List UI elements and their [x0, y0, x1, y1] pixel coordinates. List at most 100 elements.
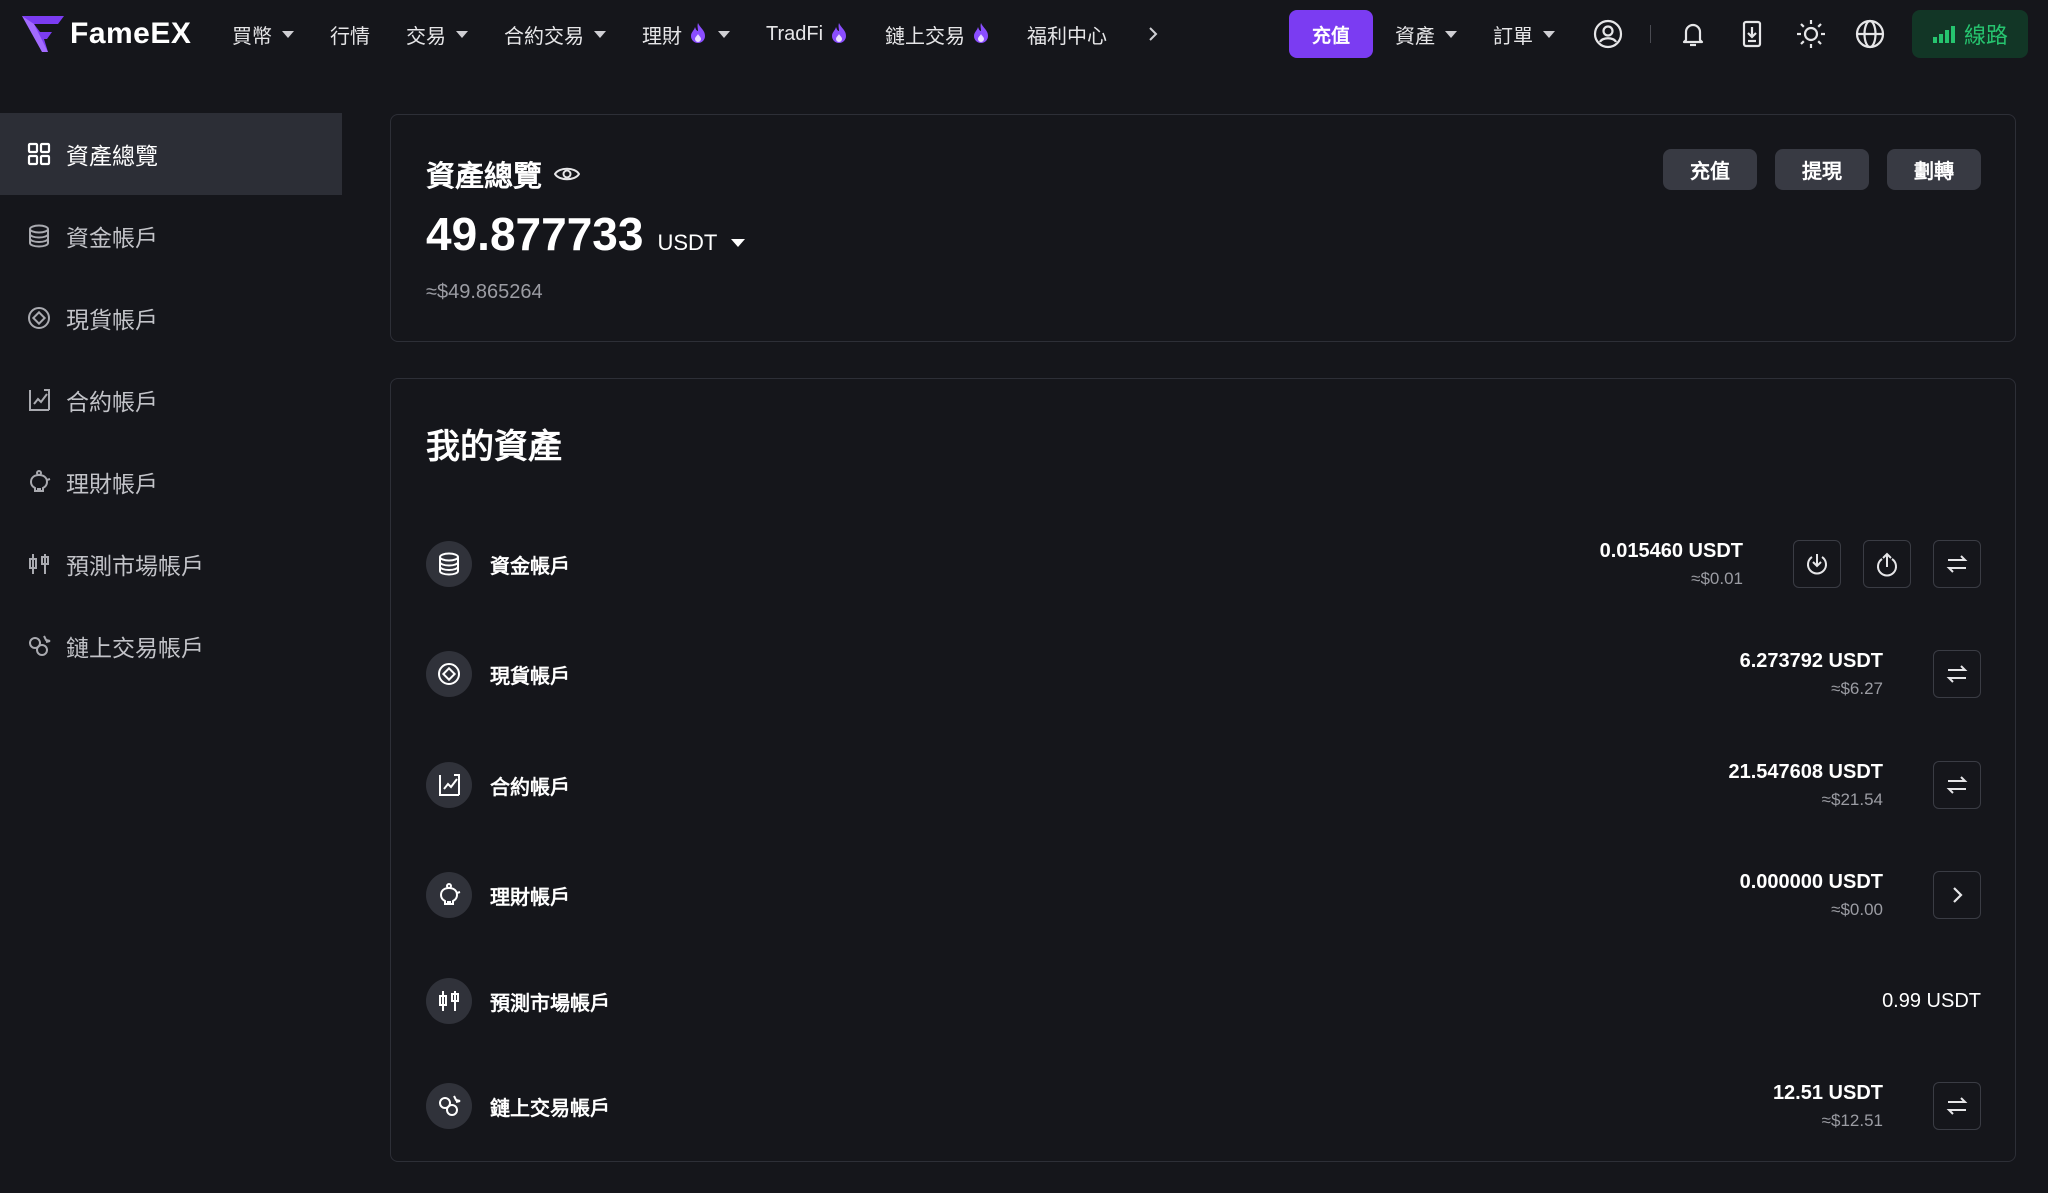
asset-value: 6.273792 USDT ≈$6.27: [1740, 650, 1883, 699]
chevron-right-icon: [1149, 27, 1158, 41]
fire-icon: [691, 23, 705, 43]
asset-value: 21.547608 USDT ≈$21.54: [1728, 761, 1883, 810]
sidebar-item-prediction[interactable]: 預測市場帳戶: [0, 523, 342, 605]
transfer-action-button[interactable]: 劃轉: [1887, 149, 1981, 190]
transfer-row-button[interactable]: [1933, 1082, 1981, 1130]
sidebar-item-earn[interactable]: 理財帳戶: [0, 441, 342, 523]
nav-trade[interactable]: 交易: [406, 20, 468, 49]
asset-row-funding: 資金帳戶 0.015460 USDT ≈$0.01: [426, 532, 1981, 596]
main-nav: 買幣 行情 交易 合約交易 理財 TradFi 鏈上交易 福利中心: [232, 0, 1163, 68]
brand-name: FameEX: [70, 17, 192, 50]
deposit-icon: [1807, 554, 1827, 575]
withdraw-icon: [1877, 552, 1897, 577]
earn-detail-button[interactable]: [1933, 871, 1981, 919]
nav-tradfi[interactable]: TradFi: [766, 22, 849, 46]
asset-value: 12.51 USDT ≈$12.51: [1773, 1082, 1883, 1131]
caret-down-icon: [731, 239, 746, 247]
transfer-icon: [1946, 555, 1968, 573]
nav-label: 福利中心: [1027, 25, 1108, 48]
nav-more-button[interactable]: [1143, 22, 1163, 46]
asset-value: 0.99 USDT: [1882, 990, 1981, 1013]
asset-right: 6.273792 USDT ≈$6.27: [1740, 642, 1981, 706]
candles-icon: [426, 978, 472, 1024]
currency-selector[interactable]: USDT: [657, 230, 746, 256]
caret-down-icon: [718, 30, 730, 38]
asset-right: 0.015460 USDT ≈$0.01: [1600, 532, 1981, 596]
nav-orders[interactable]: 訂單: [1493, 20, 1555, 49]
nav-label: 交易: [406, 25, 446, 48]
notifications-button[interactable]: [1676, 17, 1710, 51]
transfer-row-button[interactable]: [1933, 761, 1981, 809]
sidebar-item-futures[interactable]: 合約帳戶: [0, 359, 342, 441]
my-assets-card: 我的資產 資金帳戶 0.015460 USDT ≈$0.01 現貨帳戶 6.27…: [390, 378, 2016, 1162]
asset-row-prediction: 預測市場帳戶 0.99 USDT: [426, 969, 1981, 1033]
theme-toggle-button[interactable]: [1794, 17, 1828, 51]
asset-approx: ≈$0.00: [1831, 899, 1883, 919]
sidebar-item-spot[interactable]: 現貨帳戶: [0, 277, 342, 359]
deposit-row-button[interactable]: [1793, 540, 1841, 588]
sidebar-item-label: 資產總覽: [66, 143, 158, 169]
asset-row-futures: 合約帳戶 21.547608 USDT ≈$21.54: [426, 753, 1981, 817]
asset-row-onchain: 鏈上交易帳戶 12.51 USDT ≈$12.51: [426, 1074, 1981, 1138]
asset-right: 21.547608 USDT ≈$21.54: [1728, 753, 1981, 817]
fire-icon: [974, 23, 989, 43]
asset-value: 0.000000 USDT ≈$0.00: [1740, 871, 1883, 920]
download-app-button[interactable]: [1735, 17, 1769, 51]
candles-icon: [29, 554, 49, 574]
user-button[interactable]: [1591, 17, 1625, 51]
asset-right: 0.000000 USDT ≈$0.00: [1740, 863, 1981, 927]
sidebar-item-funding[interactable]: 資金帳戶: [0, 195, 342, 277]
sidebar-item-onchain[interactable]: 鏈上交易帳戶: [0, 605, 342, 687]
deposit-button[interactable]: 充值: [1289, 10, 1373, 58]
chart-icon: [29, 389, 50, 411]
transfer-row-button[interactable]: [1933, 650, 1981, 698]
chain-icon: [29, 635, 51, 656]
asset-row-earn: 理財帳戶 0.000000 USDT ≈$0.00: [426, 863, 1981, 927]
asset-amount: 12.51 USDT: [1772, 1081, 1883, 1104]
sidebar-item-overview[interactable]: 資產總覽: [0, 113, 342, 195]
asset-amount: 6.273792 USDT: [1739, 649, 1883, 672]
nav-label: 理財: [642, 25, 682, 48]
nav-rewards[interactable]: 福利中心: [1027, 20, 1107, 49]
asset-right: 12.51 USDT ≈$12.51: [1773, 1074, 1981, 1138]
nav-assets[interactable]: 資產: [1395, 20, 1457, 49]
caret-down-icon: [1543, 30, 1555, 38]
asset-amount: 0.015460 USDT: [1599, 539, 1743, 562]
deposit-action-button[interactable]: 充值: [1663, 149, 1757, 190]
nav-label: 鏈上交易: [885, 25, 966, 48]
nav-onchain[interactable]: 鏈上交易: [885, 20, 991, 49]
language-button[interactable]: [1853, 17, 1887, 51]
asset-approx: ≈$6.27: [1831, 678, 1883, 698]
piggy-icon: [426, 872, 472, 918]
grid-icon: [27, 142, 51, 166]
user-icon: [1593, 19, 1623, 49]
sidebar-item-label: 鏈上交易帳戶: [66, 635, 204, 661]
asset-approx: ≈$21.54: [1821, 789, 1883, 809]
transfer-icon: [1946, 1097, 1968, 1115]
caret-down-icon: [594, 30, 606, 38]
nav-label: 行情: [330, 25, 370, 48]
sidebar-item-label: 理財帳戶: [66, 471, 158, 497]
my-assets-title: 我的資產: [426, 428, 562, 466]
asset-name: 合約帳戶: [490, 776, 570, 799]
nav-futures[interactable]: 合約交易: [504, 20, 606, 49]
withdraw-row-button[interactable]: [1863, 540, 1911, 588]
transfer-row-button[interactable]: [1933, 540, 1981, 588]
logo[interactable]: FameEX: [22, 14, 191, 54]
bell-icon: [1682, 23, 1704, 47]
nav-buy-crypto[interactable]: 買幣: [232, 20, 294, 49]
route-button[interactable]: 線路: [1912, 10, 2028, 58]
withdraw-action-button[interactable]: 提現: [1775, 149, 1869, 190]
asset-name: 預測市場帳戶: [490, 992, 610, 1015]
asset-value: 0.015460 USDT ≈$0.01: [1600, 540, 1743, 589]
nav-earn[interactable]: 理財: [642, 20, 730, 49]
transfer-icon: [1946, 776, 1968, 794]
asset-approx: ≈$12.51: [1821, 1110, 1883, 1130]
nav-label: TradFi: [766, 22, 824, 45]
nav-label: 買幣: [232, 25, 272, 48]
asset-amount: 0.000000 USDT: [1739, 870, 1883, 893]
caret-down-icon: [282, 30, 294, 38]
eye-icon[interactable]: [554, 164, 581, 184]
nav-markets[interactable]: 行情: [330, 20, 370, 49]
asset-name: 鏈上交易帳戶: [490, 1097, 610, 1120]
